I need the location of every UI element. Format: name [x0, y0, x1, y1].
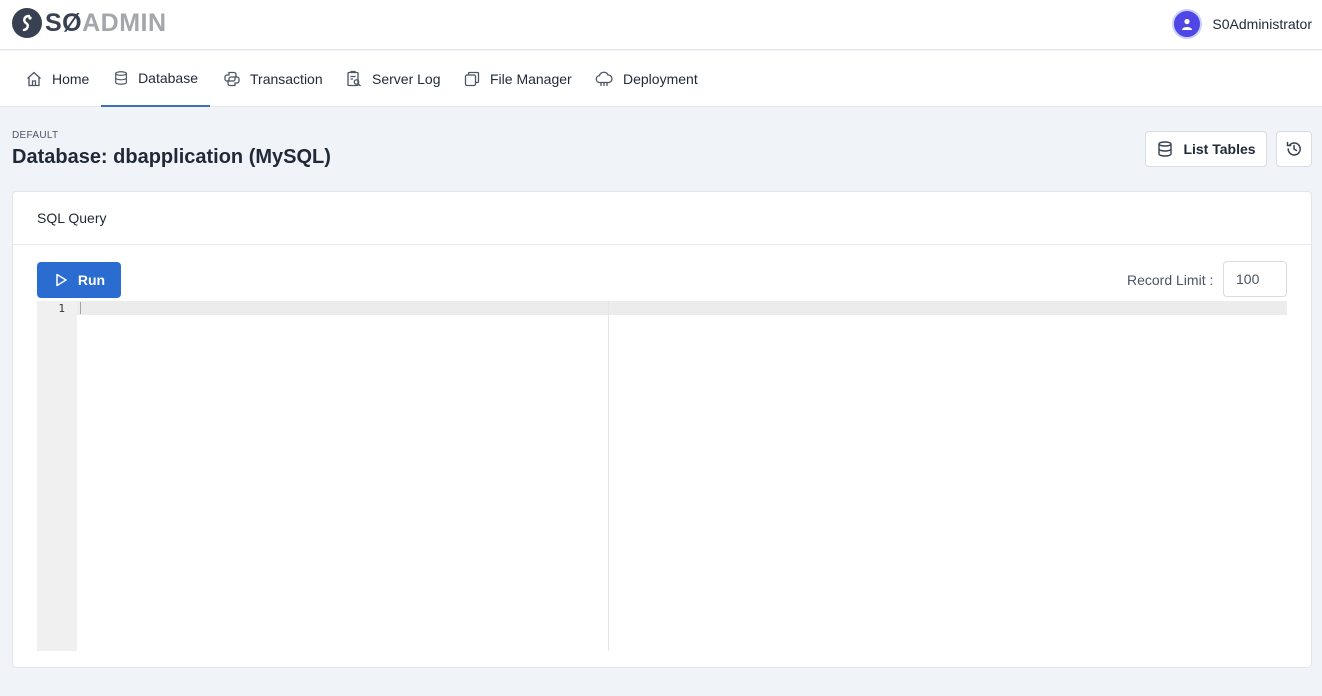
- database-icon: [1158, 141, 1173, 157]
- editor-print-margin: [608, 301, 609, 651]
- server-log-icon: [347, 70, 361, 87]
- play-icon: [56, 273, 67, 287]
- record-limit-label: Record Limit :: [1127, 272, 1214, 288]
- editor-gutter: 1: [37, 301, 77, 651]
- nav-server-log[interactable]: Server Log: [333, 51, 452, 107]
- nav-transaction-label: Transaction: [250, 71, 323, 87]
- nav-database[interactable]: Database: [101, 51, 210, 107]
- nav-home-label: Home: [52, 71, 90, 87]
- user-name: S0Administrator: [1212, 16, 1312, 32]
- line-number: 1: [58, 302, 65, 315]
- logo-mark-icon: [12, 8, 42, 38]
- home-icon: [27, 71, 41, 87]
- nav-file-manager-label: File Manager: [490, 71, 572, 87]
- app-logo[interactable]: SØADMIN: [12, 7, 167, 39]
- run-label: Run: [77, 272, 106, 288]
- top-bar: SØADMIN S0Administrator: [0, 0, 1322, 50]
- history-icon: [1286, 141, 1301, 156]
- nav-database-label: Database: [138, 70, 198, 86]
- list-tables-button[interactable]: List Tables: [1145, 131, 1267, 167]
- nav-home[interactable]: Home: [13, 51, 101, 107]
- transaction-icon: [224, 71, 240, 87]
- logo-text: SØADMIN: [45, 9, 167, 37]
- sql-editor[interactable]: 1: [37, 301, 1287, 651]
- card-title: SQL Query: [13, 192, 1311, 245]
- main-nav: Home Database Transaction Server Log Fil…: [0, 51, 1322, 107]
- nav-deployment[interactable]: Deployment: [582, 51, 710, 107]
- editor-active-line: [77, 301, 1287, 315]
- database-icon: [115, 71, 127, 85]
- history-button[interactable]: [1276, 131, 1312, 167]
- nav-file-manager[interactable]: File Manager: [451, 51, 584, 107]
- user-avatar-icon: [1172, 9, 1203, 39]
- sql-query-card: SQL Query Run Record Limit : 1: [12, 191, 1312, 668]
- user-menu[interactable]: S0Administrator: [1172, 8, 1312, 40]
- file-manager-icon: [464, 71, 480, 87]
- cloud-icon: [595, 71, 613, 86]
- list-tables-label: List Tables: [1183, 141, 1256, 157]
- run-button[interactable]: Run: [37, 262, 121, 298]
- nav-server-log-label: Server Log: [372, 71, 441, 87]
- editor-cursor: [80, 302, 81, 314]
- page-title: Database: dbapplication (MySQL): [12, 146, 331, 168]
- nav-transaction[interactable]: Transaction: [211, 51, 335, 107]
- record-limit-input[interactable]: [1223, 261, 1287, 297]
- breadcrumb: DEFAULT: [12, 130, 59, 141]
- nav-deployment-label: Deployment: [623, 71, 698, 87]
